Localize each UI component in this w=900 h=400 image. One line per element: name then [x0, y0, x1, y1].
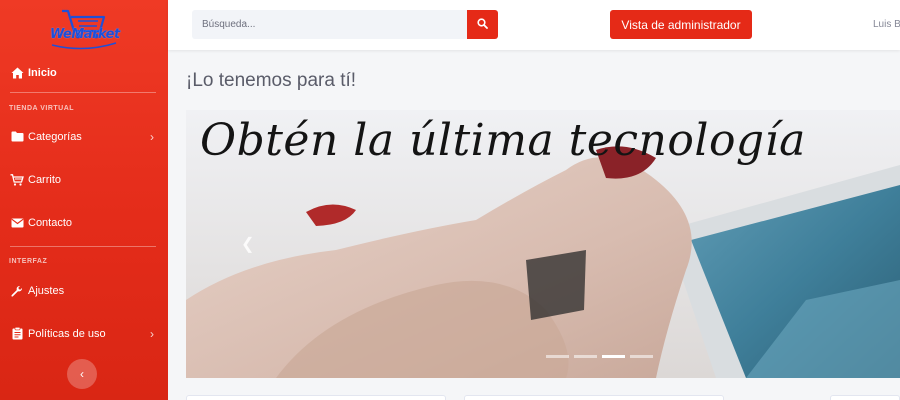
carousel-indicator[interactable] [630, 355, 653, 358]
cart-icon [10, 173, 24, 187]
promo-carousel[interactable]: Obtén la última tecnología ❮ [186, 110, 900, 378]
sidebar-item-label: Carrito [28, 173, 62, 186]
topbar: Vista de administrador Luis Bo [168, 0, 900, 50]
carousel-indicator-active[interactable] [602, 355, 625, 358]
sidebar-toggle-button[interactable]: ‹ [67, 359, 97, 389]
brand-name: WeMarket [50, 27, 120, 42]
home-icon [10, 66, 24, 80]
admin-view-button[interactable]: Vista de administrador [610, 10, 752, 39]
carousel-prev-icon[interactable]: ❮ [241, 234, 254, 254]
sidebar-item-label: Categorías [28, 130, 82, 143]
section-heading-store: TIENDA VIRTUAL [9, 105, 75, 112]
sidebar-item-categorias[interactable]: Categorías › [0, 115, 168, 158]
folder-icon [10, 130, 24, 144]
search-icon [477, 17, 488, 32]
search-input[interactable] [192, 10, 467, 39]
sidebar-item-contacto[interactable]: Contacto [0, 201, 168, 244]
chevron-left-icon: ‹ [80, 367, 84, 381]
carousel-indicators [546, 355, 653, 358]
chevron-right-icon: › [150, 326, 154, 341]
product-card[interactable] [186, 395, 446, 400]
sidebar-item-label: Ajustes [28, 284, 65, 297]
page-heading: ¡Lo tenemos para tí! [186, 70, 357, 91]
wrench-icon [10, 284, 24, 298]
sidebar: WeMarket Inicio TIENDA VIRTUAL Categoría… [0, 0, 168, 400]
chevron-right-icon: › [150, 129, 154, 144]
search-button[interactable] [467, 10, 498, 39]
sidebar-item-label: Inicio [28, 67, 57, 79]
product-card[interactable] [830, 395, 900, 400]
sidebar-item-label: Contacto [28, 216, 73, 229]
sidebar-item-label: Políticas de uso [28, 327, 106, 340]
sidebar-item-carrito[interactable]: Carrito [0, 158, 168, 201]
carousel-indicator[interactable] [546, 355, 569, 358]
clipboard-icon [10, 327, 24, 341]
brand-logo[interactable]: WeMarket [0, 0, 168, 58]
user-name[interactable]: Luis Bo [873, 19, 900, 30]
section-heading-interface: INTERFAZ [9, 258, 48, 265]
carousel-caption: Obtén la última tecnología [200, 115, 806, 166]
envelope-icon [10, 216, 24, 230]
sidebar-item-inicio[interactable]: Inicio [0, 56, 168, 90]
logo: WeMarket [48, 5, 120, 53]
carousel-indicator[interactable] [574, 355, 597, 358]
sidebar-item-ajustes[interactable]: Ajustes [0, 269, 168, 312]
product-card[interactable] [464, 395, 724, 400]
sidebar-item-politicas[interactable]: Políticas de uso › [0, 312, 168, 355]
search-bar [192, 10, 498, 39]
product-cards-row [186, 395, 900, 400]
